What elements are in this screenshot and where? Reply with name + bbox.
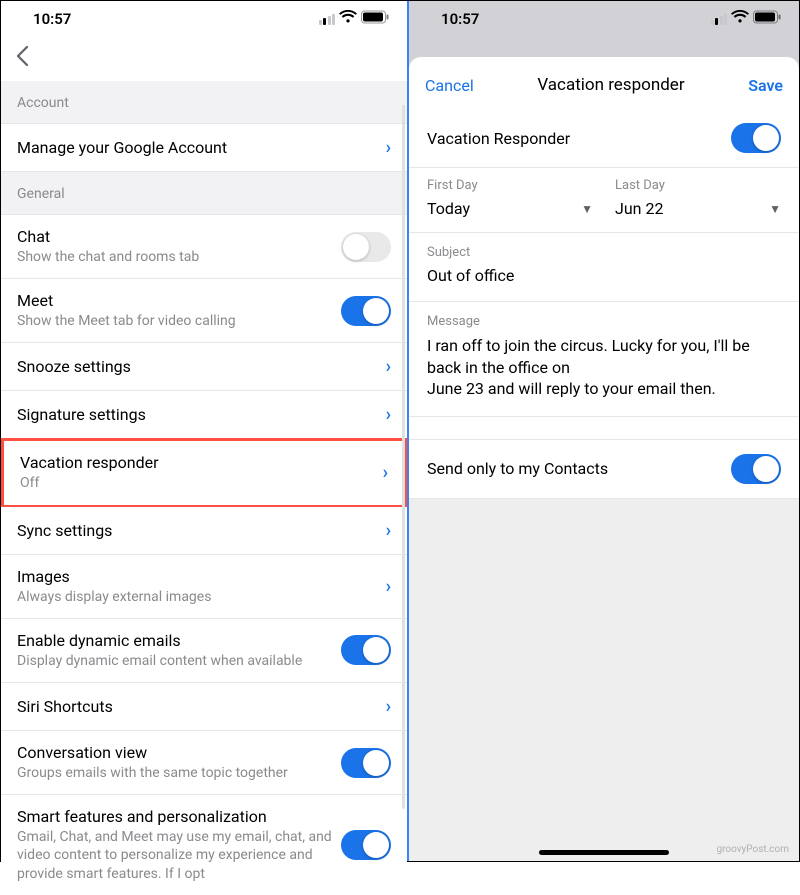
row-smart-features[interactable]: Smart features and personalization Gmail… — [1, 795, 407, 895]
message-value: I ran off to join the circus. Lucky for … — [427, 335, 781, 400]
row-title: Snooze settings — [17, 357, 378, 376]
chevron-right-icon: › — [386, 520, 391, 541]
subject-value: Out of office — [427, 266, 514, 285]
vacation-responder-pane: 10:57 Cancel Vacation responder Save — [409, 1, 799, 861]
row-title: Meet — [17, 291, 333, 310]
section-general-header: General — [1, 172, 407, 215]
row-title: Siri Shortcuts — [17, 697, 378, 716]
status-bar: 10:57 — [1, 1, 407, 37]
first-day-label: First Day — [427, 178, 593, 193]
status-time: 10:57 — [33, 10, 71, 28]
status-bar: 10:57 — [409, 1, 799, 37]
vacation-responder-toggle[interactable] — [731, 123, 781, 153]
row-sync[interactable]: Sync settings › — [1, 507, 407, 555]
message-field[interactable]: Message I ran off to join the circus. Lu… — [409, 302, 799, 417]
modal-sheet: Cancel Vacation responder Save Vacation … — [409, 57, 799, 861]
message-label: Message — [427, 314, 781, 329]
chat-toggle[interactable] — [341, 232, 391, 262]
first-day-picker[interactable]: First Day Today ▼ — [409, 168, 611, 232]
row-sub: Always display external images — [17, 588, 378, 606]
status-time: 10:57 — [441, 10, 479, 28]
chevron-right-icon: › — [386, 404, 391, 425]
conversation-view-toggle[interactable] — [341, 748, 391, 778]
row-title: Signature settings — [17, 405, 378, 424]
row-title: Vacation responder — [20, 453, 375, 472]
row-signature[interactable]: Signature settings › — [1, 391, 407, 439]
status-icons — [319, 10, 390, 28]
sheet-header: Cancel Vacation responder Save — [409, 57, 799, 109]
row-contacts-only: Send only to my Contacts — [409, 439, 799, 499]
cancel-button[interactable]: Cancel — [425, 76, 474, 95]
row-title: Conversation view — [17, 743, 333, 762]
dynamic-emails-toggle[interactable] — [341, 635, 391, 665]
scrollbar[interactable] — [402, 105, 405, 809]
row-images[interactable]: Images Always display external images › — [1, 555, 407, 619]
dropdown-icon: ▼ — [581, 202, 593, 216]
wifi-icon — [731, 10, 749, 28]
row-title: Sync settings — [17, 521, 378, 540]
chevron-right-icon: › — [386, 696, 391, 717]
row-meet[interactable]: Meet Show the Meet tab for video calling — [1, 279, 407, 343]
row-dynamic-emails[interactable]: Enable dynamic emails Display dynamic em… — [1, 619, 407, 683]
contacts-only-toggle[interactable] — [731, 454, 781, 484]
meet-toggle[interactable] — [341, 296, 391, 326]
battery-icon — [753, 10, 781, 28]
subject-field[interactable]: Subject Out of office — [409, 233, 799, 302]
row-sub: Gmail, Chat, and Meet may use my email, … — [17, 828, 333, 883]
vacation-responder-label: Vacation Responder — [427, 129, 570, 148]
back-button[interactable] — [1, 37, 407, 81]
chevron-left-icon — [15, 44, 29, 74]
watermark: groovyPost.com — [716, 844, 789, 855]
status-icons — [711, 10, 782, 28]
smart-features-toggle[interactable] — [341, 830, 391, 860]
battery-icon — [361, 10, 389, 28]
first-day-value: Today — [427, 199, 470, 218]
row-siri-shortcuts[interactable]: Siri Shortcuts › — [1, 683, 407, 731]
chevron-right-icon: › — [383, 462, 388, 483]
row-title: Enable dynamic emails — [17, 631, 333, 650]
row-sub: Show the chat and rooms tab — [17, 248, 333, 266]
chevron-right-icon: › — [386, 576, 391, 597]
subject-label: Subject — [427, 245, 781, 260]
empty-area — [409, 499, 799, 861]
row-sub: Groups emails with the same topic togeth… — [17, 764, 333, 782]
row-sub: Show the Meet tab for video calling — [17, 312, 333, 330]
cellular-icon — [711, 14, 728, 25]
row-title: Smart features and personalization — [17, 807, 333, 826]
dropdown-icon: ▼ — [769, 202, 781, 216]
row-title: Chat — [17, 227, 333, 246]
row-title: Manage your Google Account — [17, 138, 378, 157]
contacts-only-label: Send only to my Contacts — [427, 459, 608, 478]
last-day-value: Jun 22 — [615, 199, 663, 218]
wifi-icon — [339, 10, 357, 28]
date-range-row: First Day Today ▼ Last Day Jun 22 ▼ — [409, 168, 799, 233]
settings-pane: 10:57 Account Manage your Google Account — [1, 1, 409, 861]
row-snooze[interactable]: Snooze settings › — [1, 343, 407, 391]
row-sub: Display dynamic email content when avail… — [17, 652, 333, 670]
row-chat[interactable]: Chat Show the chat and rooms tab — [1, 215, 407, 279]
last-day-picker[interactable]: Last Day Jun 22 ▼ — [611, 168, 799, 232]
row-title: Images — [17, 567, 378, 586]
sheet-title: Vacation responder — [537, 75, 684, 95]
row-manage-account[interactable]: Manage your Google Account › — [1, 124, 407, 172]
section-account-header: Account — [1, 81, 407, 124]
row-conversation-view[interactable]: Conversation view Groups emails with the… — [1, 731, 407, 795]
row-sub: Off — [20, 474, 375, 492]
save-button[interactable]: Save — [748, 76, 783, 95]
home-indicator[interactable] — [539, 850, 669, 855]
chevron-right-icon: › — [386, 137, 391, 158]
cellular-icon — [319, 14, 336, 25]
last-day-label: Last Day — [615, 178, 781, 193]
chevron-right-icon: › — [386, 356, 391, 377]
row-vacation-responder[interactable]: Vacation responder Off › — [1, 438, 407, 507]
row-vacation-responder-toggle: Vacation Responder — [409, 109, 799, 168]
